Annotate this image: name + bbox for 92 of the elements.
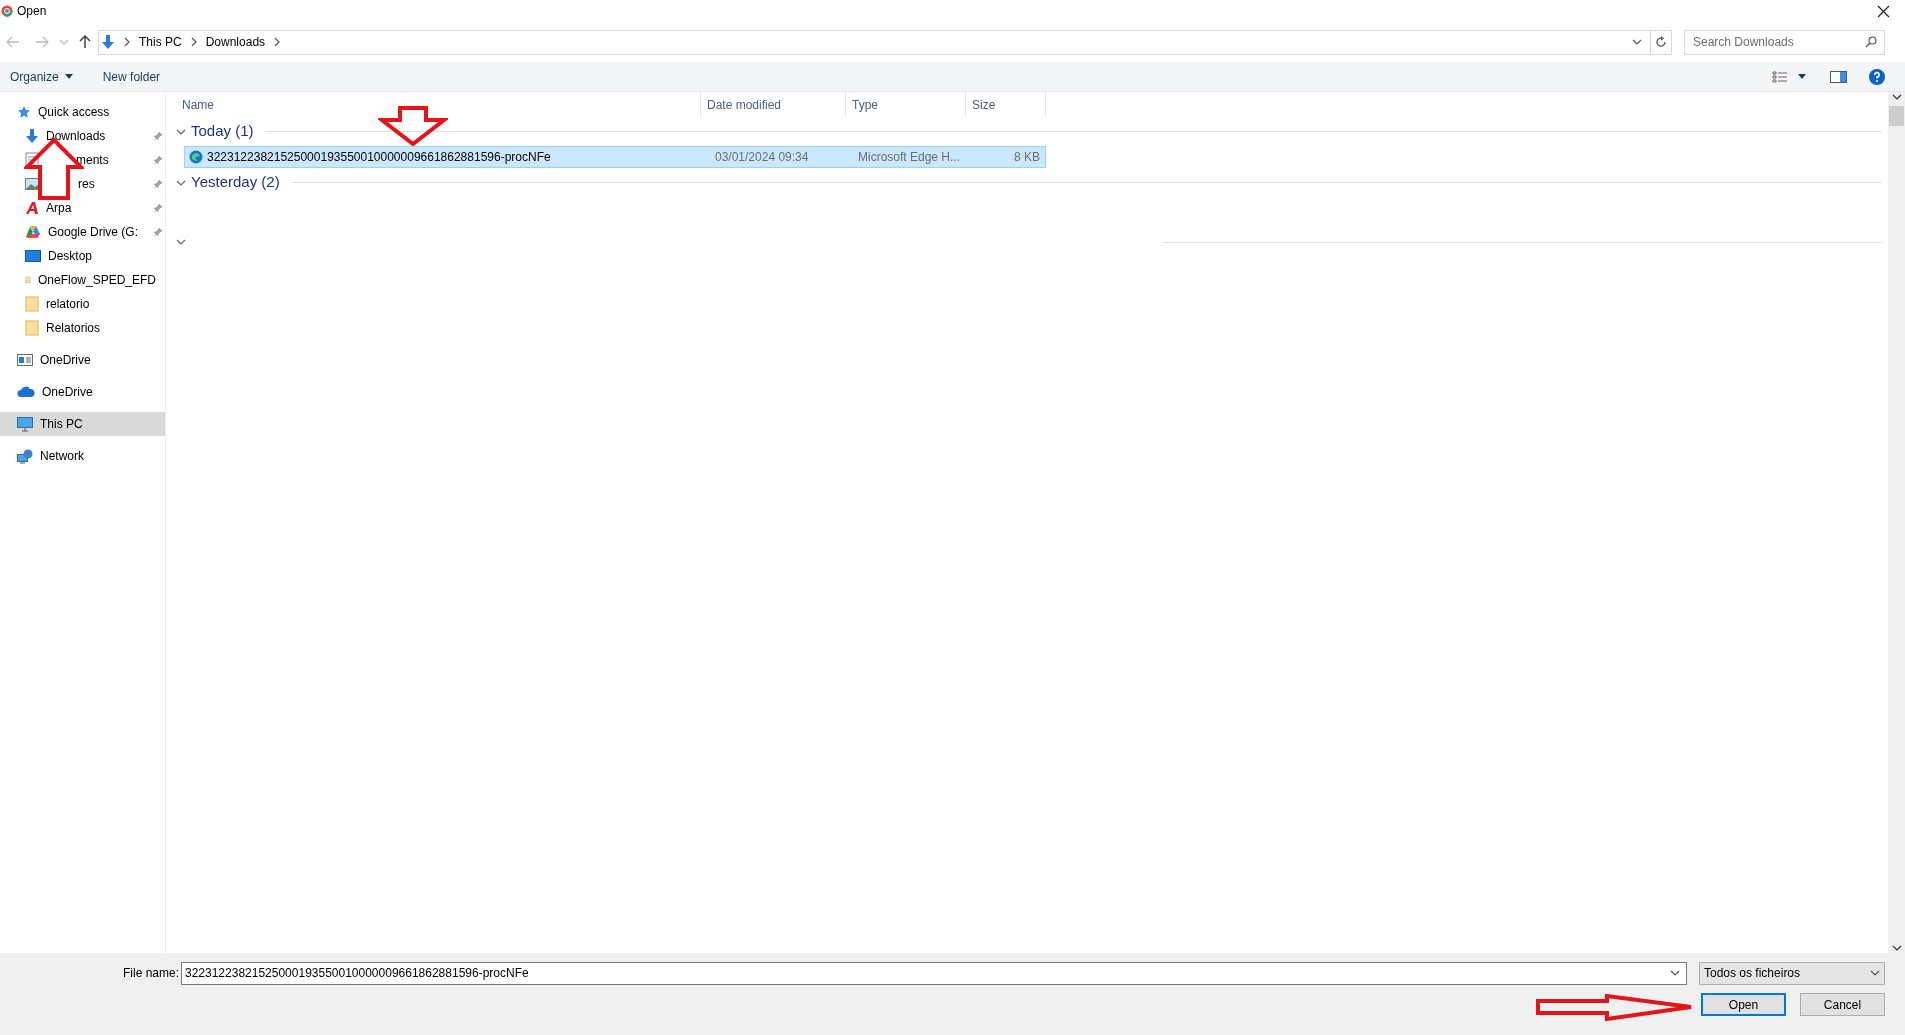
close-button[interactable] <box>1875 3 1891 19</box>
window-title: Open <box>17 3 47 20</box>
list-view-icon <box>1772 70 1788 83</box>
help-icon[interactable] <box>1869 68 1885 85</box>
address-bar[interactable]: This PC Downloads <box>98 29 1651 55</box>
preview-pane-icon[interactable] <box>1830 70 1847 83</box>
caret-icon <box>1798 74 1806 79</box>
dialog-button[interactable]: Open <box>1701 993 1786 1016</box>
caret-icon <box>64 74 73 79</box>
sidebar-label: relatorio <box>46 296 90 313</box>
download-arrow-icon <box>25 128 39 144</box>
folder-icon <box>25 320 39 336</box>
toolbar-button[interactable]: New folder <box>102 67 161 86</box>
sidebar-label: OneFlow_SPED_EFD <box>37 272 156 289</box>
cloud-icon <box>17 386 35 398</box>
sidebar-item[interactable]: Google Drive (G: <box>0 220 165 244</box>
browser-file-icon <box>189 150 203 164</box>
sidebar-label: res <box>78 176 95 193</box>
sidebar-label: OneDrive <box>42 384 93 401</box>
dialog-button[interactable]: Cancel <box>1800 993 1885 1016</box>
star-icon <box>17 105 31 119</box>
column-header[interactable]: Type <box>846 92 966 117</box>
annotation-arrow <box>378 106 448 146</box>
file-row[interactable]: 32231223821525000193550010000009661862881596-procNFe 03/01/2024 09:34 Microsoft Edge H... 8 KB <box>184 146 1046 168</box>
close-icon <box>1876 4 1890 18</box>
sidebar-item[interactable]: res <box>0 172 165 196</box>
file-name-label: File name: <box>123 965 181 982</box>
pin-icon <box>153 227 163 237</box>
sidebar-label: Network <box>40 448 84 465</box>
file-type: Microsoft Edge H... <box>857 149 962 166</box>
sidebar-label: Desktop <box>48 248 93 265</box>
sidebar-item[interactable]: relatorio <box>0 292 165 316</box>
breadcrumb-separator-icon <box>122 37 132 47</box>
group-header[interactable]: Yesterday (2) <box>191 171 280 194</box>
group-header[interactable]: Today (1) <box>191 120 254 143</box>
folder-icon <box>25 296 39 312</box>
sidebar-item[interactable]: OneDrive <box>0 380 165 404</box>
window-icon <box>17 353 33 367</box>
sidebar-item[interactable]: This PC <box>0 412 165 436</box>
scrollbar-thumb[interactable] <box>1889 106 1904 126</box>
breadcrumb-item[interactable]: This PC <box>139 33 182 51</box>
refresh-button[interactable] <box>1651 29 1672 55</box>
sidebar-label: Google Drive (G: <box>48 224 139 241</box>
sidebar-item[interactable]: Arpa <box>0 196 165 220</box>
sidebar-item[interactable]: Network <box>0 444 165 468</box>
pin-icon <box>153 179 163 189</box>
sidebar-label: This PC <box>40 416 83 433</box>
sidebar-label: Downloads <box>46 128 106 145</box>
scrollbar[interactable] <box>1888 92 1905 953</box>
dropdown-icon <box>1632 37 1642 47</box>
sidebar-item[interactable]: ments <box>0 148 165 172</box>
sidebar-item[interactable]: OneFlow_SPED_EFD <box>0 268 165 292</box>
sidebar-label: OneDrive <box>40 352 91 369</box>
view-options-button[interactable] <box>1772 70 1806 83</box>
pin-icon <box>153 203 163 213</box>
column-header[interactable]: Size <box>966 92 1046 117</box>
file-name-field[interactable]: 32231223821525000193550010000009661862881596-procNFe <box>181 961 1687 985</box>
download-arrow-icon <box>101 34 115 50</box>
sidebar-item[interactable]: Relatorios <box>0 316 165 340</box>
search-field[interactable]: Search Downloads <box>1684 29 1885 55</box>
scroll-down-icon <box>1891 943 1902 953</box>
up-arrow-icon[interactable] <box>79 35 91 49</box>
sidebar-label: ments <box>76 152 109 169</box>
refresh-icon <box>1655 36 1667 48</box>
dropdown-icon <box>1870 968 1880 978</box>
file-type-dropdown[interactable]: Todos os ficheiros <box>1699 961 1885 985</box>
pin-icon <box>153 155 163 165</box>
sidebar-item[interactable]: Quick access <box>0 100 165 124</box>
scroll-up-icon <box>1891 92 1902 102</box>
computer-icon <box>17 416 33 432</box>
sidebar-label: Quick access <box>38 104 110 121</box>
image-icon <box>25 177 41 191</box>
recent-locations-icon <box>59 37 69 47</box>
file-name: 32231223821525000193550010000009661862881596-procNFe <box>207 149 551 166</box>
sidebar-label: Relatorios <box>46 320 101 337</box>
sidebar-item[interactable]: Downloads <box>0 124 165 148</box>
sidebar-item[interactable]: OneDrive <box>0 348 165 372</box>
breadcrumb-item[interactable]: Downloads <box>205 33 266 51</box>
sidebar-label: Arpa <box>46 200 72 217</box>
sidebar-item[interactable]: Desktop <box>0 244 165 268</box>
network-icon <box>17 448 33 464</box>
toolbar-button[interactable]: Organize <box>10 67 73 86</box>
group-chevron-icon <box>176 237 186 247</box>
pin-icon <box>153 131 163 141</box>
letter-a-logo-icon <box>25 201 39 215</box>
search-icon <box>1865 35 1877 48</box>
file-date: 03/01/2024 09:34 <box>714 149 810 166</box>
column-header[interactable]: Name <box>176 92 701 117</box>
column-header[interactable]: Date modified <box>701 92 846 117</box>
triangle-logo-icon <box>25 225 41 239</box>
desktop-icon <box>25 249 41 263</box>
file-size: 8 KB <box>1013 149 1041 166</box>
